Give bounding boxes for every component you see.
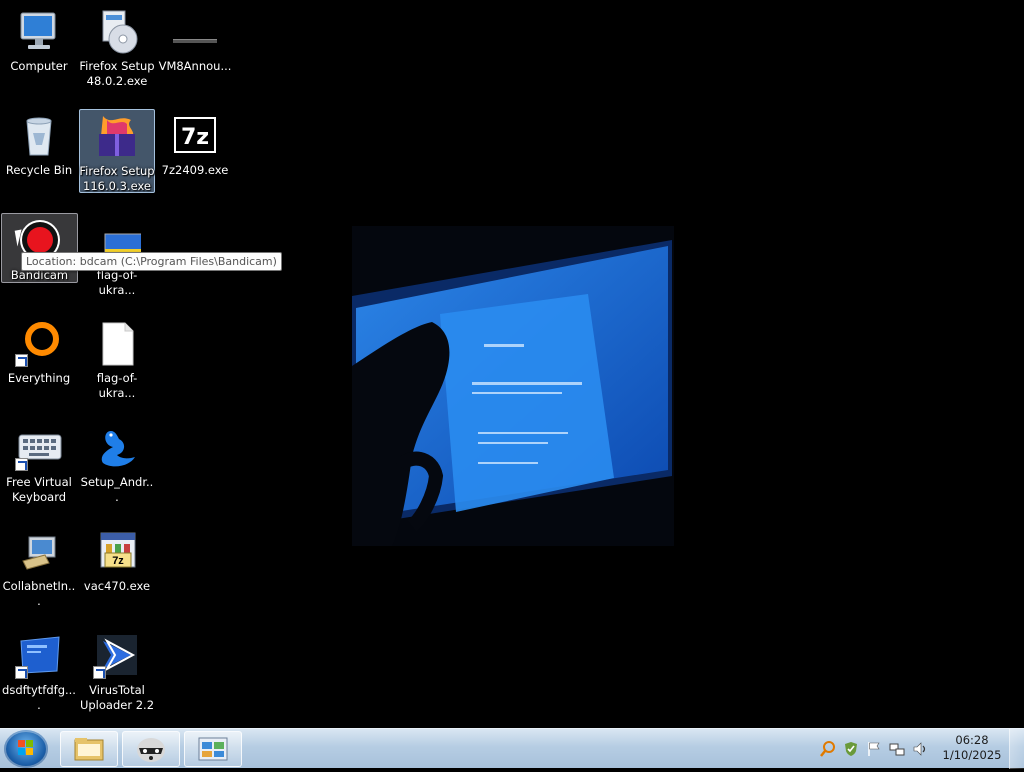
desktop-icon-collabnet-installer[interactable]: CollabnetIn... <box>1 524 77 608</box>
shortcut-arrow-icon <box>15 458 28 471</box>
computer-icon <box>15 7 63 55</box>
desktop-icon-setup-android[interactable]: Setup_Andr... <box>79 420 155 504</box>
desktop: Computer Recycle Bin Bandicam Everything… <box>0 0 1024 728</box>
security-shield-icon[interactable] <box>843 741 859 757</box>
seven-zip-icon: 7z <box>171 111 219 159</box>
windows-logo-icon <box>18 740 33 755</box>
shortcut-arrow-icon <box>15 354 28 367</box>
recycle-bin-icon <box>15 111 63 159</box>
keyboard-icon <box>15 423 63 471</box>
vac-7z-glyph: 7z <box>112 555 124 567</box>
installer-computer-icon <box>15 527 63 575</box>
swan-icon <box>93 423 141 471</box>
shortcut-arrow-icon <box>15 666 28 679</box>
folder-icon <box>74 738 104 761</box>
desktop-icon-firefox-setup-116[interactable]: Firefox Setup 116.0.3.exe <box>79 109 155 193</box>
search-icon[interactable] <box>820 741 836 757</box>
icon-label: Computer <box>10 59 68 73</box>
generic-file-icon <box>171 7 219 55</box>
icon-label: Recycle Bin <box>5 163 73 177</box>
desktop-icon-vm8announce[interactable]: VM8Annou... <box>157 4 233 86</box>
icon-label: Setup_Andr... <box>80 475 154 504</box>
icon-label: vac470.exe <box>83 579 151 593</box>
taskbar-explorer-button[interactable] <box>60 731 118 767</box>
icon-label: Everything <box>7 371 71 385</box>
desktop-icon-bandicam[interactable]: Bandicam <box>1 213 78 283</box>
taskbar-raccoon-app-button[interactable] <box>122 731 180 767</box>
virustotal-icon <box>93 631 141 679</box>
desktop-icon-firefox-setup-48[interactable]: Firefox Setup 48.0.2.exe <box>79 4 155 88</box>
icon-label: flag-of-ukra... <box>96 268 138 297</box>
desktop-icon-flag-of-ukraine-file[interactable]: flag-of-ukra... <box>79 316 155 400</box>
icon-label: VM8Annou... <box>158 59 232 73</box>
archive-installer-icon: 7z <box>93 527 141 575</box>
icon-label: flag-of-ukra... <box>96 371 138 400</box>
notification-area: 06:28 1/10/2025 <box>810 729 1024 769</box>
icon-label: 7z2409.exe <box>161 163 229 177</box>
icon-label: Firefox Setup 116.0.3.exe <box>79 164 155 193</box>
shortcut-arrow-icon <box>93 666 106 679</box>
control-panel-icon <box>198 737 228 761</box>
show-desktop-button[interactable] <box>1009 729 1024 769</box>
desktop-icon-virustotal-uploader[interactable]: VirusTotal Uploader 2.2 <box>79 628 155 712</box>
desktop-icon-recycle-bin[interactable]: Recycle Bin <box>1 108 77 190</box>
desktop-icon-computer[interactable]: Computer <box>1 4 77 86</box>
blank-file-icon <box>93 319 141 367</box>
start-button[interactable] <box>4 730 48 768</box>
system-clock[interactable]: 06:28 1/10/2025 <box>940 733 1004 763</box>
setup-cd-icon <box>93 7 141 55</box>
icon-label: Firefox Setup 48.0.2.exe <box>79 59 155 88</box>
icon-label: Free Virtual Keyboard <box>6 475 72 504</box>
action-center-flag-icon[interactable] <box>866 741 882 757</box>
blue-window-icon <box>15 631 63 679</box>
clock-date: 1/10/2025 <box>942 748 1002 762</box>
icon-label: CollabnetIn... <box>2 579 76 608</box>
icon-label: dsdftytfdfg.... <box>2 683 76 712</box>
raccoon-icon <box>137 738 165 762</box>
taskbar-control-panel-button[interactable] <box>184 731 242 767</box>
clock-time: 06:28 <box>955 733 989 747</box>
background-photo <box>352 226 674 546</box>
seven-zip-glyph: 7z <box>181 125 209 150</box>
everything-icon <box>15 319 63 367</box>
volume-icon[interactable] <box>912 741 928 757</box>
network-icon[interactable] <box>889 741 905 757</box>
desktop-icon-vac470[interactable]: 7z vac470.exe <box>79 524 155 606</box>
location-tooltip: Location: bdcam (C:\Program Files\Bandic… <box>21 252 282 271</box>
desktop-icon-free-virtual-keyboard[interactable]: Free Virtual Keyboard <box>1 420 77 504</box>
taskbar: 06:28 1/10/2025 <box>0 728 1024 769</box>
desktop-icon-everything[interactable]: Everything <box>1 316 77 398</box>
desktop-icon-dsdftytfdfg[interactable]: dsdftytfdfg.... <box>1 628 77 712</box>
desktop-icon-7z2409[interactable]: 7z 7z2409.exe <box>157 108 233 190</box>
icon-label: VirusTotal Uploader 2.2 <box>79 683 155 712</box>
firefox-installer-box-icon <box>93 112 141 160</box>
